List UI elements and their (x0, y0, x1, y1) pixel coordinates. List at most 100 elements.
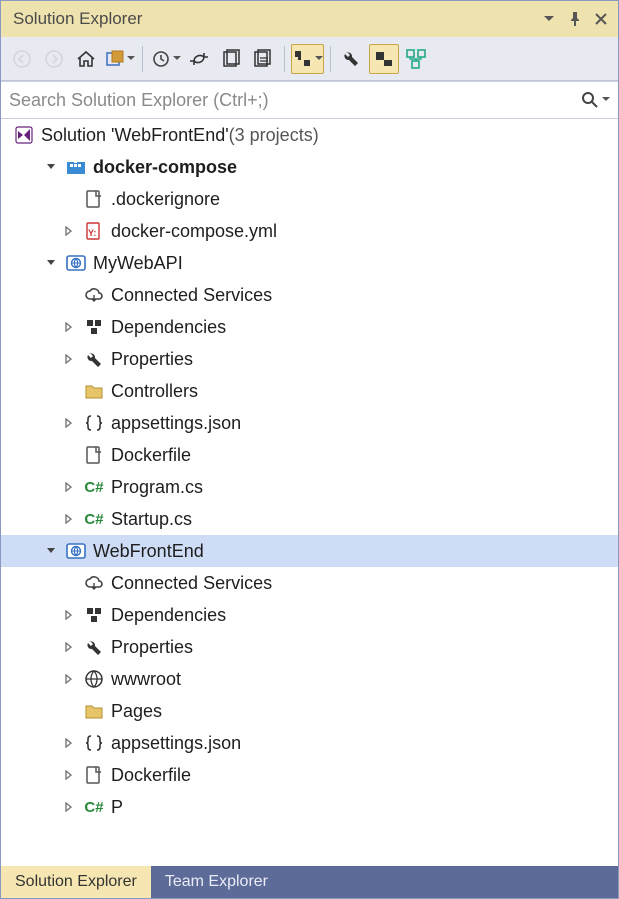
collapse-all-button[interactable] (216, 44, 246, 74)
expander-right[interactable] (61, 642, 77, 652)
cloud-icon (83, 285, 105, 305)
toolbar-separator (142, 46, 143, 72)
tree-node[interactable]: WebFrontEnd (1, 535, 618, 567)
wrench-icon (83, 637, 105, 657)
view-class-diagram-button[interactable] (401, 44, 431, 74)
deps-icon (83, 605, 105, 625)
close-button[interactable] (590, 8, 612, 30)
toolbar (1, 37, 618, 81)
tree-node[interactable]: Dependencies (1, 599, 618, 631)
pending-changes-filter-button[interactable] (149, 44, 182, 74)
toolbar-separator (284, 46, 285, 72)
cloud-icon (83, 573, 105, 593)
tree-node[interactable]: appsettings.json (1, 407, 618, 439)
vs-icon (13, 125, 35, 145)
nav-back-button[interactable] (7, 44, 37, 74)
track-active-button[interactable] (291, 44, 324, 74)
tree-node-label: Startup.cs (111, 509, 192, 530)
file-icon (83, 765, 105, 785)
folder-icon (83, 381, 105, 401)
cs-icon: C# (83, 799, 105, 816)
switch-views-button[interactable] (103, 44, 136, 74)
tree-node-label: appsettings.json (111, 413, 241, 434)
solution-node[interactable]: Solution 'WebFrontEnd' (3 projects) (1, 119, 618, 151)
search-button[interactable] (580, 90, 610, 110)
panel-title: Solution Explorer (7, 9, 534, 29)
tree-node[interactable]: MyWebAPI (1, 247, 618, 279)
tree-view-container: Solution 'WebFrontEnd' (3 projects) docke… (1, 119, 618, 866)
file-icon (83, 445, 105, 465)
tree-node-label: Dependencies (111, 605, 226, 626)
preview-selected-button[interactable] (369, 44, 399, 74)
tree-node[interactable]: Connected Services (1, 567, 618, 599)
toolbar-separator (330, 46, 331, 72)
tree-node-label: docker-compose (93, 157, 237, 178)
expander-right[interactable] (61, 418, 77, 428)
solution-count: (3 projects) (229, 125, 319, 146)
tree-node[interactable]: Connected Services (1, 279, 618, 311)
tree-node-label: wwwroot (111, 669, 181, 690)
expander-right[interactable] (61, 738, 77, 748)
tree-node[interactable]: docker-compose.yml (1, 215, 618, 247)
tree-node-label: Pages (111, 701, 162, 722)
tree-node-label: Dockerfile (111, 765, 191, 786)
json-icon (83, 413, 105, 433)
tree-node[interactable]: C# Program.cs (1, 471, 618, 503)
tab-solution-explorer[interactable]: Solution Explorer (1, 866, 151, 898)
tree-node-label: Dockerfile (111, 445, 191, 466)
properties-button[interactable] (337, 44, 367, 74)
tree-node-label: docker-compose.yml (111, 221, 277, 242)
tree-node[interactable]: Dockerfile (1, 759, 618, 791)
tree-node[interactable]: .dockerignore (1, 183, 618, 215)
tree-node-label: Connected Services (111, 573, 272, 594)
expander-down[interactable] (43, 258, 59, 268)
tree-node-label: Connected Services (111, 285, 272, 306)
solution-label: Solution 'WebFrontEnd' (41, 125, 229, 146)
expander-down[interactable] (43, 162, 59, 172)
nav-forward-button[interactable] (39, 44, 69, 74)
json-icon (83, 733, 105, 753)
expander-right[interactable] (61, 770, 77, 780)
show-all-files-button[interactable] (248, 44, 278, 74)
docker-project-icon (65, 157, 87, 177)
expander-right[interactable] (61, 802, 77, 812)
expander-right[interactable] (61, 354, 77, 364)
search-bar (1, 81, 618, 119)
tree-node-label: WebFrontEnd (93, 541, 204, 562)
tree-node[interactable]: appsettings.json (1, 727, 618, 759)
window-options-button[interactable] (538, 8, 560, 30)
tree-node[interactable]: Properties (1, 343, 618, 375)
sync-button[interactable] (184, 44, 214, 74)
expander-right[interactable] (61, 514, 77, 524)
tree-node-label: Program.cs (111, 477, 203, 498)
tree-node-label: Properties (111, 349, 193, 370)
cs-icon: C# (83, 479, 105, 496)
tree-node[interactable]: C# P (1, 791, 618, 823)
yml-icon (83, 221, 105, 241)
pin-button[interactable] (564, 8, 586, 30)
tree-node-label: Dependencies (111, 317, 226, 338)
tree-node[interactable]: docker-compose (1, 151, 618, 183)
tree-node[interactable]: C# Startup.cs (1, 503, 618, 535)
search-input[interactable] (9, 90, 580, 111)
tree-view[interactable]: Solution 'WebFrontEnd' (3 projects) docke… (1, 119, 618, 866)
tree-node[interactable]: Properties (1, 631, 618, 663)
tree-node[interactable]: Pages (1, 695, 618, 727)
tree-node[interactable]: wwwroot (1, 663, 618, 695)
tree-node[interactable]: Controllers (1, 375, 618, 407)
expander-right[interactable] (61, 226, 77, 236)
home-button[interactable] (71, 44, 101, 74)
panel-titlebar: Solution Explorer (1, 1, 618, 37)
expander-right[interactable] (61, 610, 77, 620)
tab-team-explorer[interactable]: Team Explorer (151, 866, 282, 898)
expander-right[interactable] (61, 674, 77, 684)
expander-right[interactable] (61, 322, 77, 332)
globe-icon (83, 669, 105, 689)
cs-icon: C# (83, 511, 105, 528)
expander-down[interactable] (43, 546, 59, 556)
expander-right[interactable] (61, 482, 77, 492)
web-project-icon (65, 541, 87, 561)
tree-node[interactable]: Dependencies (1, 311, 618, 343)
tree-node[interactable]: Dockerfile (1, 439, 618, 471)
tree-node-label: P (111, 797, 123, 818)
